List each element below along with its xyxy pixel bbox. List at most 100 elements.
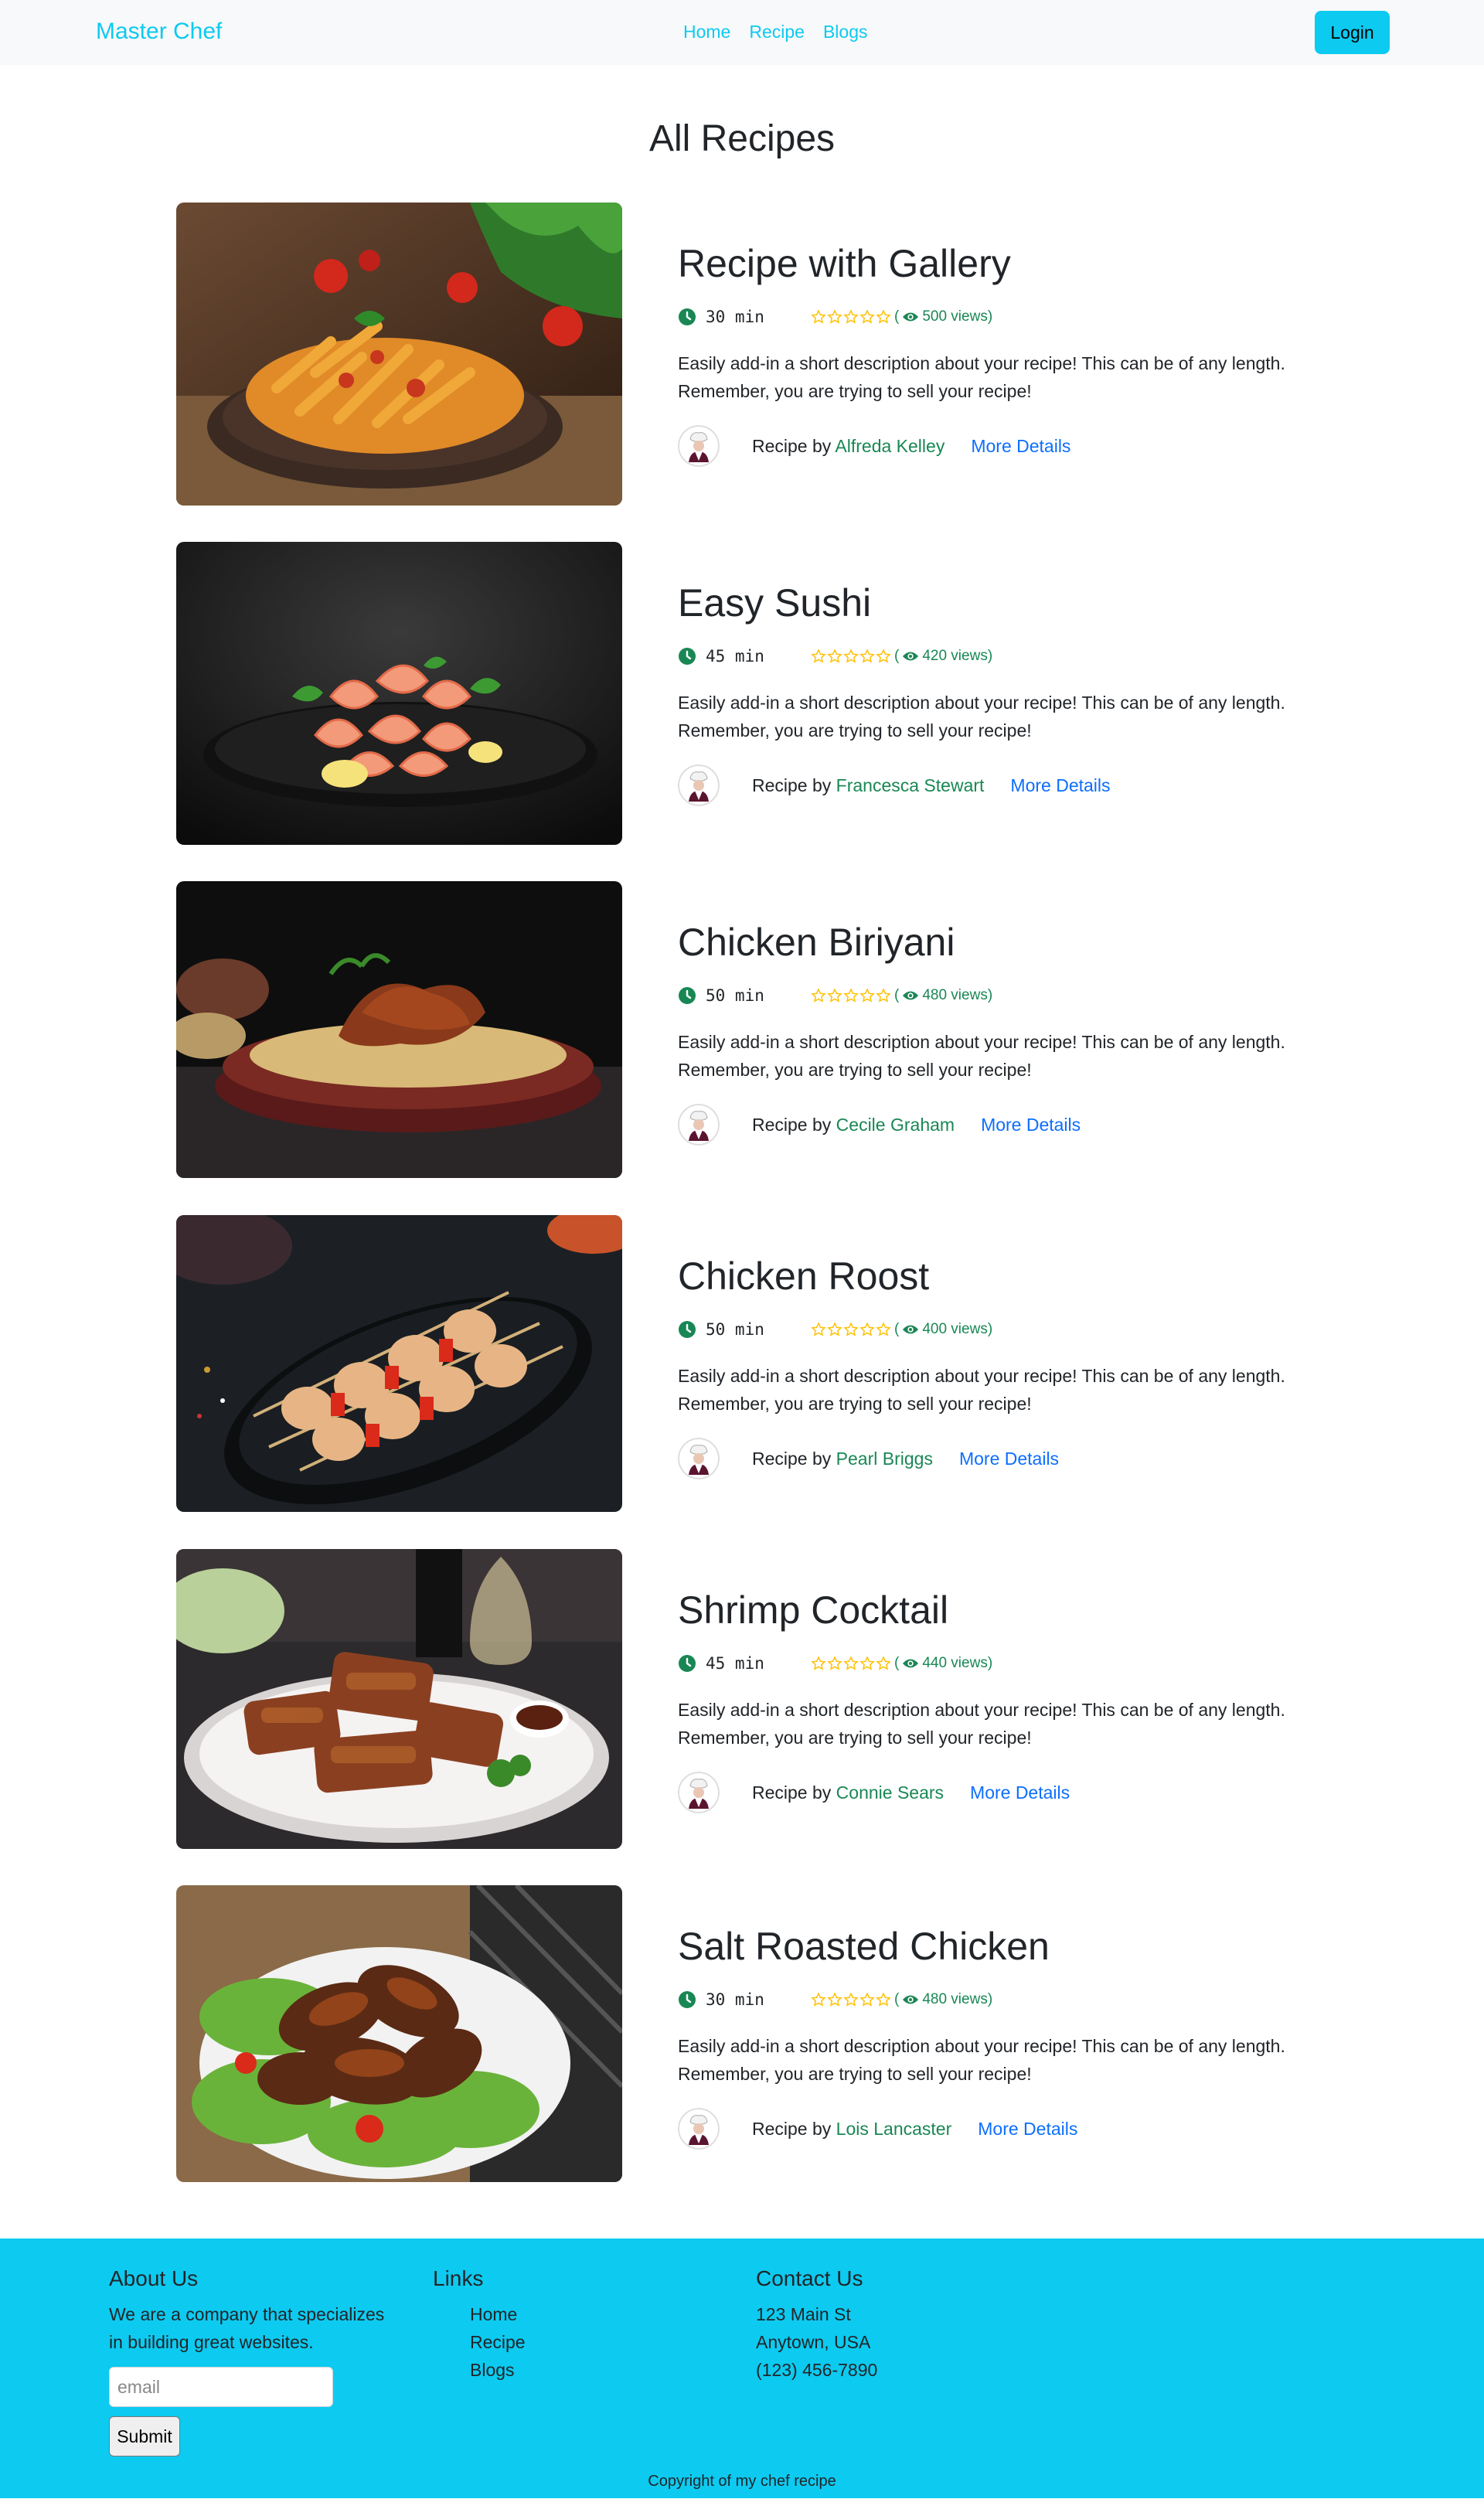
recipe-title: Recipe with Gallery (678, 242, 1011, 285)
by-label: Recipe by (752, 435, 836, 456)
recipe-by-label: Recipe by Alfreda Kelley (752, 436, 945, 457)
email-input[interactable] (109, 2367, 333, 2407)
footer-link-home[interactable]: Home (470, 2304, 517, 2324)
recipe-title: Shrimp Cocktail (678, 1588, 949, 1632)
copyright-text: Copyright of my chef recipe (648, 2473, 836, 2490)
recipe-description: Easily add-in a short description about … (678, 353, 1285, 401)
star-outline-icon (827, 988, 842, 1003)
eye-icon (903, 1995, 919, 2004)
recipe-time: 30 min (706, 308, 764, 326)
recipe-card: Salt Roasted Chicken 30 min (480 views) … (176, 1885, 1382, 2182)
chef-avatar-icon (678, 1772, 720, 1813)
recipe-by-label: Recipe by Cecile Graham (752, 1115, 955, 1135)
recipe-meta: 30 min (480 views) (678, 1988, 992, 2011)
star-outline-icon (859, 649, 875, 663)
recipe-image-biriyani[interactable] (176, 881, 622, 1178)
recipe-by-label: Recipe by Pearl Briggs (752, 1449, 933, 1469)
recipe-time: 45 min (706, 1654, 764, 1673)
nav-link-recipe[interactable]: Recipe (749, 22, 805, 43)
rating-stars (811, 649, 891, 664)
brand-link[interactable]: Master Chef (96, 19, 222, 45)
chef-avatar-icon (678, 1104, 720, 1146)
star-outline-icon (876, 649, 891, 663)
recipe-byline: Recipe by Connie Sears More Details (678, 1770, 1070, 1815)
contact-phone: (123) 456-7890 (756, 2360, 878, 2380)
more-details-link[interactable]: More Details (970, 1782, 1070, 1803)
rating-stars (811, 988, 891, 1003)
recipe-description: Easily add-in a short description about … (678, 1700, 1285, 1748)
recipe-card: Chicken Roost 50 min (400 views) Easily … (176, 1215, 1382, 1512)
recipe-title: Salt Roasted Chicken (678, 1925, 1050, 1968)
nav-link-blogs[interactable]: Blogs (823, 22, 868, 43)
star-outline-icon (827, 309, 842, 324)
recipe-image-skewers[interactable] (176, 1215, 622, 1512)
recipe-image-ribs[interactable] (176, 1549, 622, 1849)
recipe-byline: Recipe by Alfreda Kelley More Details (678, 424, 1070, 468)
clock-icon (679, 1321, 696, 1338)
by-label: Recipe by (752, 1114, 836, 1135)
recipe-byline: Recipe by Lois Lancaster More Details (678, 2106, 1077, 2151)
star-outline-icon (811, 1656, 826, 1670)
star-outline-icon (811, 988, 826, 1003)
star-outline-icon (876, 988, 891, 1003)
clock-icon (679, 1655, 696, 1672)
links-title: Links (433, 2266, 484, 2290)
recipe-image-wings[interactable] (176, 1885, 622, 2182)
view-count: (420 views) (894, 648, 993, 664)
footer-contact: Contact Us 123 Main St Anytown, USA (123… (756, 2266, 877, 2384)
footer-link-recipe[interactable]: Recipe (470, 2332, 526, 2352)
footer-link-item: Home (470, 2300, 526, 2328)
view-count: (400 views) (894, 1321, 993, 1337)
footer-link-blogs[interactable]: Blogs (470, 2360, 515, 2380)
recipe-card: Chicken Biriyani 50 min (480 views) Easi… (176, 881, 1382, 1178)
view-count: (440 views) (894, 1655, 993, 1671)
more-details-link[interactable]: More Details (981, 1115, 1081, 1135)
clock-icon (679, 1991, 696, 2008)
footer-link-list: Home Recipe Blogs (433, 2300, 526, 2384)
about-text: We are a company that specializes in bui… (109, 2304, 385, 2352)
login-button[interactable]: Login (1315, 11, 1390, 54)
view-count: (500 views) (894, 308, 993, 325)
rating-stars (811, 309, 891, 325)
star-outline-icon (843, 1992, 859, 2007)
author-link[interactable]: Francesca Stewart (836, 775, 985, 795)
clock-icon (679, 308, 696, 325)
eye-icon (903, 652, 919, 661)
more-details-link[interactable]: More Details (978, 2119, 1077, 2140)
recipe-image-shrimp[interactable] (176, 542, 622, 845)
author-link[interactable]: Cecile Graham (836, 1115, 955, 1135)
star-outline-icon (859, 309, 875, 324)
more-details-link[interactable]: More Details (1010, 775, 1110, 796)
view-count-text: 420 views (922, 648, 988, 664)
author-link[interactable]: Pearl Briggs (836, 1449, 933, 1469)
star-outline-icon (843, 1656, 859, 1670)
chef-avatar-icon (678, 764, 720, 806)
author-link[interactable]: Connie Sears (836, 1782, 944, 1803)
view-count-text: 480 views (922, 1991, 988, 2007)
footer-links: Links Home Recipe Blogs (433, 2266, 526, 2384)
page-bottom-strip (0, 2498, 1484, 2516)
rating-stars (811, 1322, 891, 1337)
author-link[interactable]: Lois Lancaster (836, 2119, 952, 2139)
by-label: Recipe by (752, 2118, 836, 2139)
recipe-image-pasta[interactable] (176, 203, 622, 506)
star-outline-icon (843, 988, 859, 1003)
recipe-time: 50 min (706, 1320, 764, 1339)
recipe-by-label: Recipe by Connie Sears (752, 1782, 944, 1803)
recipe-description: Easily add-in a short description about … (678, 693, 1285, 741)
contact-title: Contact Us (756, 2266, 863, 2290)
submit-button[interactable]: Submit (109, 2416, 180, 2456)
recipe-meta: 50 min (400 views) (678, 1318, 992, 1341)
star-outline-icon (876, 309, 891, 324)
more-details-link[interactable]: More Details (959, 1449, 1059, 1469)
recipe-meta: 30 min (500 views) (678, 305, 992, 329)
view-count: (480 views) (894, 1991, 993, 2007)
more-details-link[interactable]: More Details (971, 436, 1070, 457)
recipe-title: Easy Sushi (678, 581, 872, 625)
star-outline-icon (811, 1992, 826, 2007)
star-outline-icon (876, 1992, 891, 2007)
nav-link-home[interactable]: Home (683, 22, 730, 43)
recipe-time: 45 min (706, 647, 764, 666)
navbar: Master Chef Home Recipe Blogs Login (0, 0, 1484, 65)
author-link[interactable]: Alfreda Kelley (835, 436, 945, 456)
